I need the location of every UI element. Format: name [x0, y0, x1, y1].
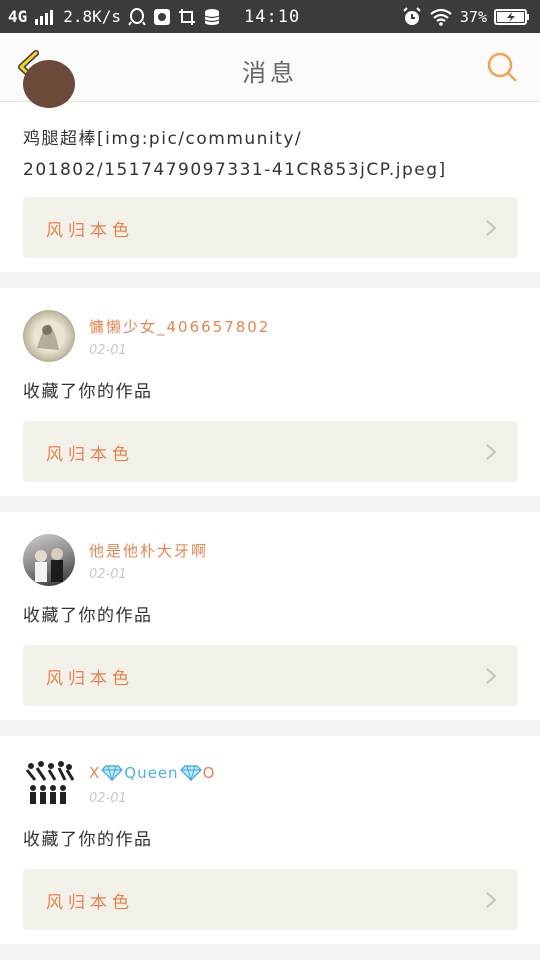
work-link[interactable]: 风归本色: [23, 645, 518, 706]
chevron-right-icon: [486, 444, 497, 460]
work-title: 风归本色: [46, 669, 134, 689]
username[interactable]: 他是他朴大牙啊: [89, 540, 208, 561]
message-text: 收藏了你的作品: [23, 606, 153, 626]
timestamp: 02-01: [89, 791, 127, 806]
username[interactable]: X Queen O: [89, 764, 215, 782]
battery-icon: [494, 9, 530, 25]
work-link[interactable]: 风归本色: [23, 869, 518, 930]
wifi-icon: [429, 8, 453, 26]
app-icon: [153, 8, 171, 26]
status-bar: 4G 2.8K/s 14:10 37%: [0, 0, 540, 33]
avatar[interactable]: [23, 534, 75, 586]
message-text: 收藏了你的作品: [23, 382, 153, 402]
network-speed: 2.8K/s: [63, 7, 122, 26]
username-middle: Queen: [124, 764, 179, 782]
qq-icon: [128, 7, 146, 26]
timestamp: 02-01: [89, 567, 127, 582]
storage-icon: [203, 8, 221, 26]
signal-icon: [34, 9, 56, 25]
work-title: 风归本色: [46, 893, 134, 913]
message-text: 收藏了你的作品: [23, 830, 153, 850]
alarm-icon: [402, 7, 422, 27]
clock: 14:10: [244, 7, 301, 27]
message-item: 慵懒少女_406657802 02-01 收藏了你的作品 风归本色: [0, 288, 540, 496]
chevron-right-icon: [486, 668, 497, 684]
diamond-icon: [179, 765, 202, 781]
search-button[interactable]: [486, 51, 518, 83]
avatar: [23, 60, 75, 108]
header-bar: 消息: [0, 33, 540, 102]
username[interactable]: 慵懒少女_406657802: [89, 316, 270, 337]
message-item: X Queen O 02-01 收藏了你的作品 风归本色: [0, 736, 540, 944]
avatar[interactable]: [23, 310, 75, 362]
page-title: 消息: [242, 59, 298, 87]
diamond-icon: [101, 765, 124, 781]
username-suffix: O: [202, 764, 216, 782]
chevron-right-icon: [486, 892, 497, 908]
avatar[interactable]: [23, 758, 75, 810]
network-type: 4G: [8, 7, 28, 26]
search-icon: [487, 52, 517, 82]
work-link[interactable]: 风归本色: [23, 197, 518, 258]
work-link[interactable]: 风归本色: [23, 421, 518, 482]
username-prefix: X: [89, 764, 101, 782]
message-text: 鸡腿超棒[img:pic/community/ 201802/151747909…: [23, 129, 447, 180]
message-item: 他是他朴大牙啊 02-01 收藏了你的作品 风归本色: [0, 512, 540, 720]
message-item: 鸡腿超棒[img:pic/community/ 201802/151747909…: [0, 60, 540, 272]
screenshot-icon: [178, 8, 196, 26]
timestamp: 02-01: [89, 343, 127, 358]
work-title: 风归本色: [46, 445, 134, 465]
chevron-right-icon: [486, 220, 497, 236]
work-title: 风归本色: [46, 221, 134, 241]
battery-percent: 37%: [459, 8, 487, 26]
